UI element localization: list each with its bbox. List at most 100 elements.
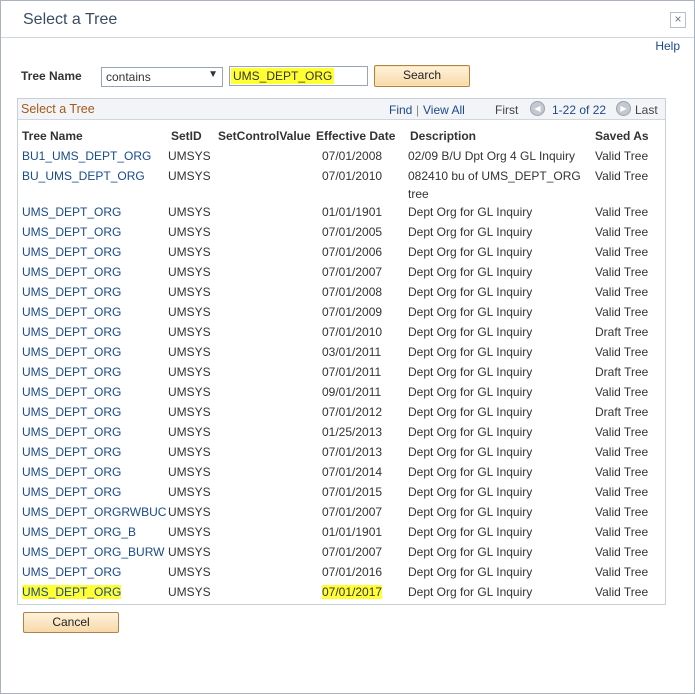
tree-name-label: Tree Name: [21, 69, 82, 83]
setid-cell: UMSYS: [168, 565, 211, 579]
nav-separator: |: [416, 103, 420, 117]
previous-page-icon[interactable]: ◀: [530, 101, 545, 116]
tree-name-link[interactable]: UMS_DEPT_ORG: [22, 445, 121, 459]
saved-as-cell: Valid Tree: [595, 585, 649, 599]
tree-name-link[interactable]: UMS_DEPT_ORG: [22, 585, 122, 599]
tree-name-link[interactable]: UMS_DEPT_ORG_B: [22, 525, 136, 539]
table-row: BU1_UMS_DEPT_ORG UMSYS 07/01/2008 02/09 B/U…: [18, 147, 665, 167]
setid-cell: UMSYS: [168, 465, 211, 479]
tree-name-link[interactable]: UMS_DEPT_ORG: [22, 305, 121, 319]
tree-name-input[interactable]: UMS_DEPT_ORG: [229, 66, 368, 86]
setid-cell: UMSYS: [168, 265, 211, 279]
find-link[interactable]: Find: [389, 103, 412, 117]
grid-header-bar: Select a Tree Find | View All First ◀ 1-…: [18, 99, 665, 120]
saved-as-cell: Valid Tree: [595, 385, 649, 399]
table-row: UMS_DEPT_ORG_B UMSYS 01/01/1901 Dept Org fo…: [18, 523, 665, 543]
tree-name-link[interactable]: UMS_DEPT_ORG: [22, 465, 121, 479]
saved-as-cell: Valid Tree: [595, 305, 649, 319]
description-cell: Dept Org for GL Inquiry: [408, 405, 533, 419]
column-header-setcontrolvalue[interactable]: SetControlValue: [218, 129, 311, 143]
table-row: UMS_DEPT_ORG UMSYS 07/01/2007 Dept Org for …: [18, 263, 665, 283]
effective-date-cell: 09/01/2011: [322, 385, 382, 399]
saved-as-cell: Valid Tree: [595, 169, 649, 183]
column-header-tree-name[interactable]: Tree Name: [22, 129, 83, 143]
effective-date-cell: 07/01/2017: [322, 585, 383, 599]
effective-date-cell: 07/01/2010: [322, 169, 383, 183]
saved-as-cell: Valid Tree: [595, 445, 649, 459]
description-cell: Dept Org for GL Inquiry: [408, 565, 533, 579]
tree-name-link[interactable]: UMS_DEPT_ORG: [22, 325, 121, 339]
setid-cell: UMSYS: [168, 545, 211, 559]
saved-as-cell: Valid Tree: [595, 149, 649, 163]
tree-name-link[interactable]: UMS_DEPT_ORG: [22, 345, 121, 359]
dialog-titlebar: Select a Tree ×: [1, 1, 694, 38]
tree-name-link[interactable]: UMS_DEPT_ORG: [22, 265, 121, 279]
tree-name-link[interactable]: UMS_DEPT_ORG: [22, 205, 121, 219]
tree-name-link[interactable]: UMS_DEPT_ORG_BURW: [22, 545, 164, 559]
saved-as-cell: Valid Tree: [595, 525, 649, 539]
effective-date-cell: 07/01/2009: [322, 305, 383, 319]
first-page-link[interactable]: First: [495, 103, 518, 117]
tree-name-input-value: UMS_DEPT_ORG: [231, 68, 335, 84]
description-cell: Dept Org for GL Inquiry: [408, 505, 533, 519]
tree-name-link[interactable]: UMS_DEPT_ORG: [22, 385, 121, 399]
effective-date-cell: 07/01/2007: [322, 545, 383, 559]
column-header-setid[interactable]: SetID: [171, 129, 202, 143]
last-page-link[interactable]: Last: [635, 103, 658, 117]
tree-name-link[interactable]: UMS_DEPT_ORG: [22, 365, 121, 379]
tree-name-link[interactable]: UMS_DEPT_ORG: [22, 225, 121, 239]
grid-title: Select a Tree: [21, 102, 95, 116]
description-cell: Dept Org for GL Inquiry: [408, 285, 533, 299]
saved-as-cell: Valid Tree: [595, 505, 649, 519]
table-row: BU_UMS_DEPT_ORG UMSYS 07/01/2010 082410 bu …: [18, 167, 665, 201]
setid-cell: UMSYS: [168, 525, 211, 539]
setid-cell: UMSYS: [168, 405, 211, 419]
tree-name-link[interactable]: UMS_DEPT_ORG: [22, 245, 121, 259]
tree-name-link[interactable]: UMS_DEPT_ORG: [22, 565, 121, 579]
effective-date-cell: 07/01/2008: [322, 149, 383, 163]
tree-name-link[interactable]: UMS_DEPT_ORG: [22, 285, 121, 299]
saved-as-cell: Draft Tree: [595, 405, 649, 419]
tree-name-link[interactable]: BU1_UMS_DEPT_ORG: [22, 149, 151, 163]
description-cell: Dept Org for GL Inquiry: [408, 205, 533, 219]
column-header-description[interactable]: Description: [410, 129, 476, 143]
setid-cell: UMSYS: [168, 245, 211, 259]
saved-as-cell: Valid Tree: [595, 425, 649, 439]
next-page-icon[interactable]: ▶: [616, 101, 631, 116]
view-all-link[interactable]: View All: [423, 103, 465, 117]
results-grid: Select a Tree Find | View All First ◀ 1-…: [17, 98, 666, 605]
tree-name-link[interactable]: BU_UMS_DEPT_ORG: [22, 169, 145, 183]
operator-select[interactable]: contains ▼: [101, 67, 223, 87]
cancel-button[interactable]: Cancel: [23, 612, 119, 633]
saved-as-cell: Valid Tree: [595, 565, 649, 579]
effective-date-cell: 07/01/2005: [322, 225, 383, 239]
effective-date-cell: 01/25/2013: [322, 425, 383, 439]
table-row: UMS_DEPT_ORG UMSYS 07/01/2011 Dept Org for …: [18, 363, 665, 383]
select-tree-dialog: Select a Tree × Help Tree Name contains …: [0, 0, 695, 694]
setid-cell: UMSYS: [168, 345, 211, 359]
chevron-down-icon: ▼: [208, 69, 218, 80]
effective-date-cell: 07/01/2013: [322, 445, 383, 459]
effective-date-cell: 07/01/2007: [322, 505, 383, 519]
setid-cell: UMSYS: [168, 285, 211, 299]
saved-as-cell: Draft Tree: [595, 365, 649, 379]
tree-name-link[interactable]: UMS_DEPT_ORG: [22, 405, 121, 419]
tree-name-link[interactable]: UMS_DEPT_ORG: [22, 485, 121, 499]
search-button[interactable]: Search: [374, 65, 470, 87]
column-header-saved-as[interactable]: Saved As: [595, 129, 649, 143]
effective-date-cell: 01/01/1901: [322, 205, 383, 219]
tree-name-link[interactable]: UMS_DEPT_ORG: [22, 425, 121, 439]
saved-as-cell: Valid Tree: [595, 485, 649, 499]
setid-cell: UMSYS: [168, 205, 211, 219]
table-row: UMS_DEPT_ORG UMSYS 07/01/2016 Dept Org for …: [18, 563, 665, 583]
close-icon[interactable]: ×: [670, 12, 686, 28]
description-cell: Dept Org for GL Inquiry: [408, 425, 533, 439]
help-link[interactable]: Help: [655, 39, 680, 53]
operator-value: contains: [106, 70, 151, 84]
setid-cell: UMSYS: [168, 325, 211, 339]
effective-date-cell: 07/01/2012: [322, 405, 383, 419]
column-header-effective-date[interactable]: Effective Date: [316, 129, 395, 143]
tree-name-link[interactable]: UMS_DEPT_ORGRWBUC: [22, 505, 166, 519]
saved-as-cell: Valid Tree: [595, 345, 649, 359]
table-row: UMS_DEPT_ORG UMSYS 07/01/2017 Dept Org for …: [18, 583, 665, 603]
